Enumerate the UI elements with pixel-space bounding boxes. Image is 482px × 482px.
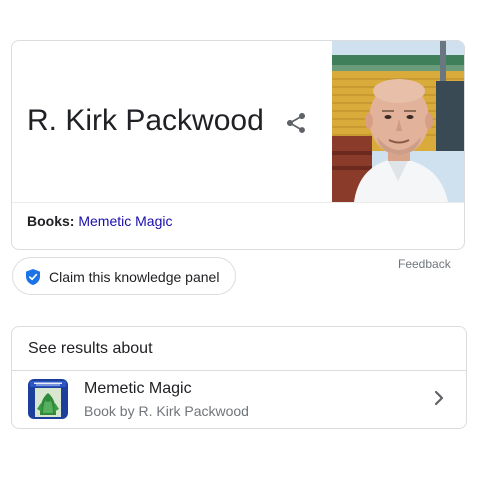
claim-knowledge-panel-label: Claim this knowledge panel bbox=[49, 269, 220, 285]
feedback-link[interactable]: Feedback bbox=[398, 257, 451, 271]
knowledge-panel-fact-books: Books: Memetic Magic bbox=[27, 212, 172, 230]
result-subtitle: Book by R. Kirk Packwood bbox=[84, 403, 249, 419]
see-results-about-card: See results about Memetic Magic Book by … bbox=[11, 326, 467, 429]
fact-value-link[interactable]: Memetic Magic bbox=[78, 213, 172, 229]
chevron-right-icon bbox=[430, 387, 448, 409]
knowledge-panel-header: R. Kirk Packwood bbox=[12, 41, 464, 203]
book-cover-thumbnail bbox=[28, 379, 68, 419]
knowledge-panel: R. Kirk Packwood Books: Memetic Magic bbox=[11, 40, 465, 250]
person-photo[interactable] bbox=[332, 41, 464, 202]
knowledge-panel-title: R. Kirk Packwood bbox=[27, 104, 264, 137]
fact-label: Books: bbox=[27, 213, 75, 229]
see-results-about-item[interactable]: Memetic Magic Book by R. Kirk Packwood bbox=[12, 371, 466, 428]
verified-shield-icon bbox=[26, 269, 40, 285]
share-icon[interactable] bbox=[284, 111, 308, 135]
result-title: Memetic Magic bbox=[84, 380, 192, 397]
search-result-page: R. Kirk Packwood Books: Memetic Magic Cl… bbox=[0, 0, 482, 482]
claim-knowledge-panel-button[interactable]: Claim this knowledge panel bbox=[12, 257, 236, 295]
see-results-about-heading: See results about bbox=[28, 340, 153, 357]
